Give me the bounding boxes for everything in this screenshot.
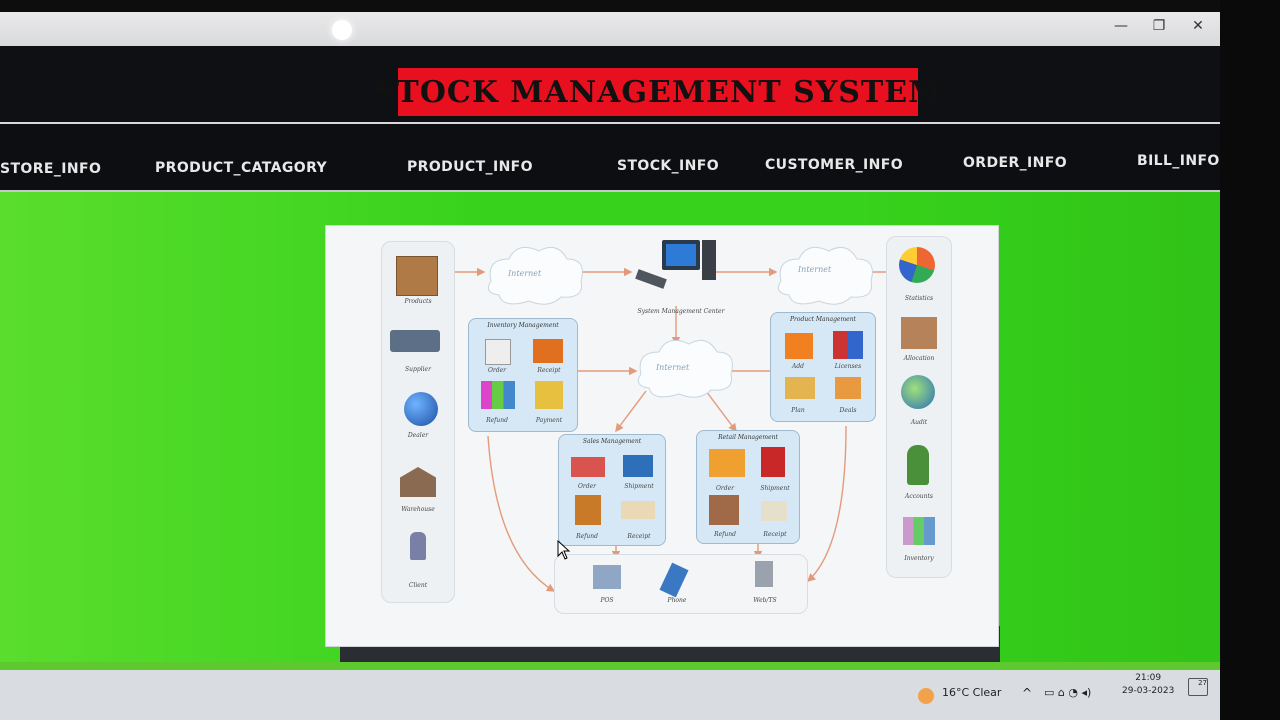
left-item-label: Supplier	[405, 366, 431, 373]
order-icon	[485, 339, 511, 365]
weather-text[interactable]: 16°C Clear	[942, 686, 1001, 699]
retail-management-group: Retail Management Order Shipment Refund …	[696, 430, 800, 544]
window-titlebar: — ❐ ✕	[0, 12, 1220, 47]
product-management-group: Product Management Add Licenses Plan Dea…	[770, 312, 876, 422]
truck-icon	[390, 330, 440, 352]
center-label: System Management Center	[637, 308, 725, 315]
inventory-management-group: Inventory Management Order Receipt Refun…	[468, 318, 578, 432]
right-item-label: Allocation	[903, 355, 935, 362]
nav-product-catagory[interactable]: PRODUCT_CATAGORY	[155, 160, 327, 176]
order-icon	[571, 457, 605, 477]
cloud-label-left: Internet	[507, 269, 542, 278]
refund-icon	[575, 495, 601, 525]
payment-icon	[535, 381, 563, 409]
nav-store-info[interactable]: STORE_INFO	[0, 161, 101, 177]
screen-glare	[332, 20, 352, 40]
left-item-label: Warehouse	[401, 506, 435, 513]
weather-moon-icon[interactable]	[918, 688, 934, 704]
left-item-label: Dealer	[407, 432, 429, 439]
nav-customer-info[interactable]: CUSTOMER_INFO	[765, 157, 903, 173]
app-header: STOCK MANAGEMENT SYSTEM	[0, 46, 1220, 124]
box-icon	[901, 317, 937, 349]
mouse-cursor-icon	[557, 540, 571, 560]
worker-icon	[907, 445, 929, 485]
client-person-icon	[410, 532, 426, 560]
channel-group: POS Phone Web/TS	[554, 554, 808, 614]
nav-product-info[interactable]: PRODUCT_INFO	[407, 159, 533, 175]
nav-bill-info[interactable]: BILL_INFO	[1137, 153, 1220, 169]
shipment-icon	[623, 455, 653, 477]
cloud-label-center: Internet	[655, 363, 690, 372]
inventory-blocks-icon	[903, 517, 935, 545]
chevron-up-icon[interactable]: ^	[1022, 686, 1032, 700]
windows-taskbar	[0, 670, 1220, 720]
left-item-label: Client	[408, 582, 428, 589]
receipt-icon	[621, 501, 655, 519]
nav-stock-info[interactable]: STOCK_INFO	[617, 158, 719, 174]
maximize-button[interactable]: ❐	[1146, 18, 1172, 34]
licenses-icon	[833, 331, 863, 359]
globe-icon	[404, 392, 438, 426]
refund-icon	[481, 381, 515, 409]
app-title: STOCK MANAGEMENT SYSTEM	[374, 68, 941, 116]
right-item-label: Inventory	[904, 555, 934, 562]
monitor-bezel-right	[1220, 0, 1280, 720]
main-navbar: STORE_INFO PRODUCT_CATAGORY PRODUCT_INFO…	[0, 124, 1220, 192]
plan-icon	[785, 377, 815, 399]
shipment-icon	[761, 447, 785, 477]
right-item-label: Accounts	[905, 493, 933, 500]
clock-date: 29-03-2023	[1122, 686, 1175, 696]
refund-icon	[709, 495, 739, 525]
group-title: Product Management	[790, 316, 856, 323]
receipt-icon	[761, 501, 787, 521]
left-entity-column: Products Supplier Dealer Warehouse Clien…	[381, 241, 455, 603]
computer-icon	[635, 240, 716, 289]
group-title: Sales Management	[582, 438, 642, 445]
add-icon	[785, 333, 813, 359]
monitor-bezel-top	[0, 0, 1280, 12]
nav-order-info[interactable]: ORDER_INFO	[963, 155, 1067, 171]
cloud-label-right: Internet	[797, 265, 832, 274]
phone-icon	[659, 562, 689, 598]
clock-time: 21:09	[1135, 673, 1162, 683]
right-item-label: Statistics	[904, 295, 934, 302]
pos-icon	[593, 565, 621, 589]
mailbox-icon	[709, 449, 745, 477]
group-title: Inventory Management	[487, 322, 559, 329]
web-terminal-icon	[755, 561, 773, 587]
system-architecture-diagram: Internet Internet Internet System Manage…	[325, 225, 999, 647]
deals-icon	[835, 377, 861, 399]
group-title: Retail Management	[718, 434, 778, 441]
close-button[interactable]: ✕	[1185, 18, 1211, 34]
box-icon	[396, 256, 438, 296]
receipt-icon	[533, 339, 563, 363]
taskbar-clock[interactable]: 21:09 29-03-2023	[1122, 672, 1174, 698]
sales-management-group: Sales Management Order Shipment Refund R…	[558, 434, 666, 546]
chart-icon	[899, 247, 935, 283]
globe-search-icon	[901, 375, 935, 409]
warehouse-icon	[400, 467, 436, 497]
right-item-label: Audit	[910, 419, 928, 426]
minimize-button[interactable]: —	[1108, 18, 1134, 34]
left-item-label: Products	[404, 298, 432, 305]
notification-icon[interactable]: 27	[1188, 678, 1208, 696]
system-tray-icons[interactable]: ▭ ⌂ ◔ ◂)	[1044, 686, 1091, 699]
right-entity-column: Statistics Allocation Audit Accounts Inv…	[886, 236, 952, 578]
